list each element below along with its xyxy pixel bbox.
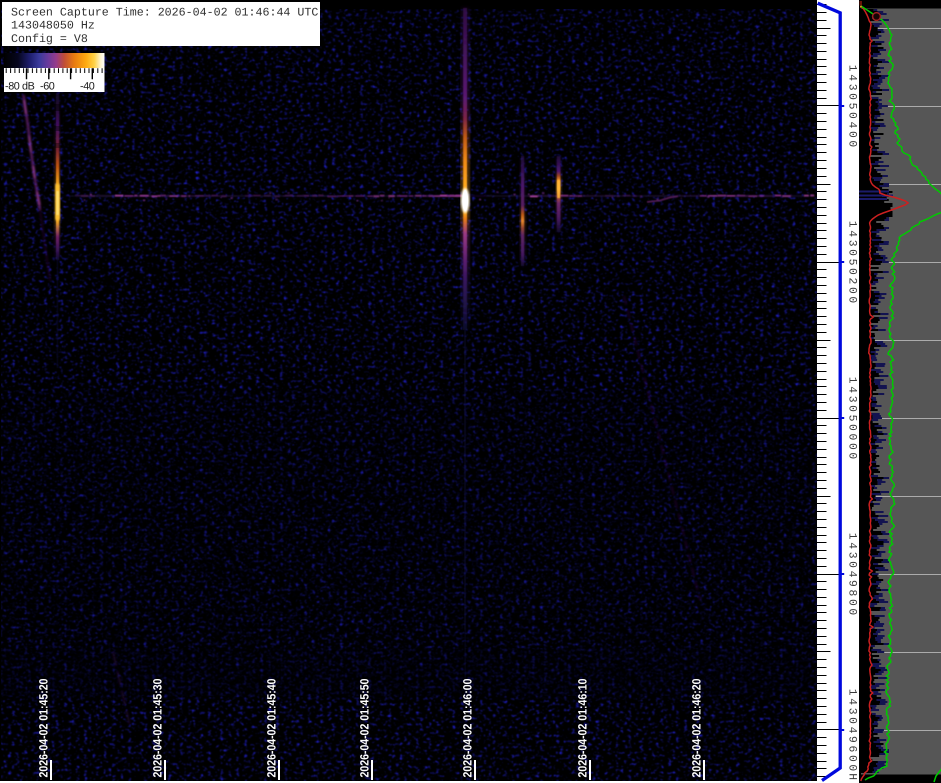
svg-text:143050000: 143050000: [846, 377, 858, 460]
svg-text:2026-04-02 01:46:10: 2026-04-02 01:46:10: [576, 678, 590, 777]
svg-text:2026-04-02 01:45:40: 2026-04-02 01:45:40: [265, 678, 279, 777]
svg-text:2026-04-02 01:46:20: 2026-04-02 01:46:20: [690, 678, 704, 777]
svg-text:143049600: 143049600: [846, 689, 858, 772]
svg-text:143050200: 143050200: [846, 221, 858, 304]
svg-text:2026-04-02 01:45:50: 2026-04-02 01:45:50: [358, 678, 372, 777]
svg-text:-40: -40: [80, 81, 95, 93]
svg-text:-60: -60: [40, 81, 55, 93]
svg-text:143050400: 143050400: [846, 65, 858, 148]
svg-text:Config = V8: Config = V8: [11, 33, 88, 46]
svg-text:-80 dB: -80 dB: [5, 81, 35, 93]
svg-text:143048050 Hz: 143048050 Hz: [11, 20, 95, 33]
svg-text:2026-04-02 01:46:00: 2026-04-02 01:46:00: [461, 678, 475, 777]
svg-text:2026-04-02 01:45:30: 2026-04-02 01:45:30: [151, 678, 165, 777]
svg-text:2026-04-02 01:45:20: 2026-04-02 01:45:20: [37, 678, 51, 777]
svg-text:Screen Capture Time: 2026-04-0: Screen Capture Time: 2026-04-02 01:46:44…: [11, 6, 318, 19]
svg-text:143049800: 143049800: [846, 533, 858, 616]
